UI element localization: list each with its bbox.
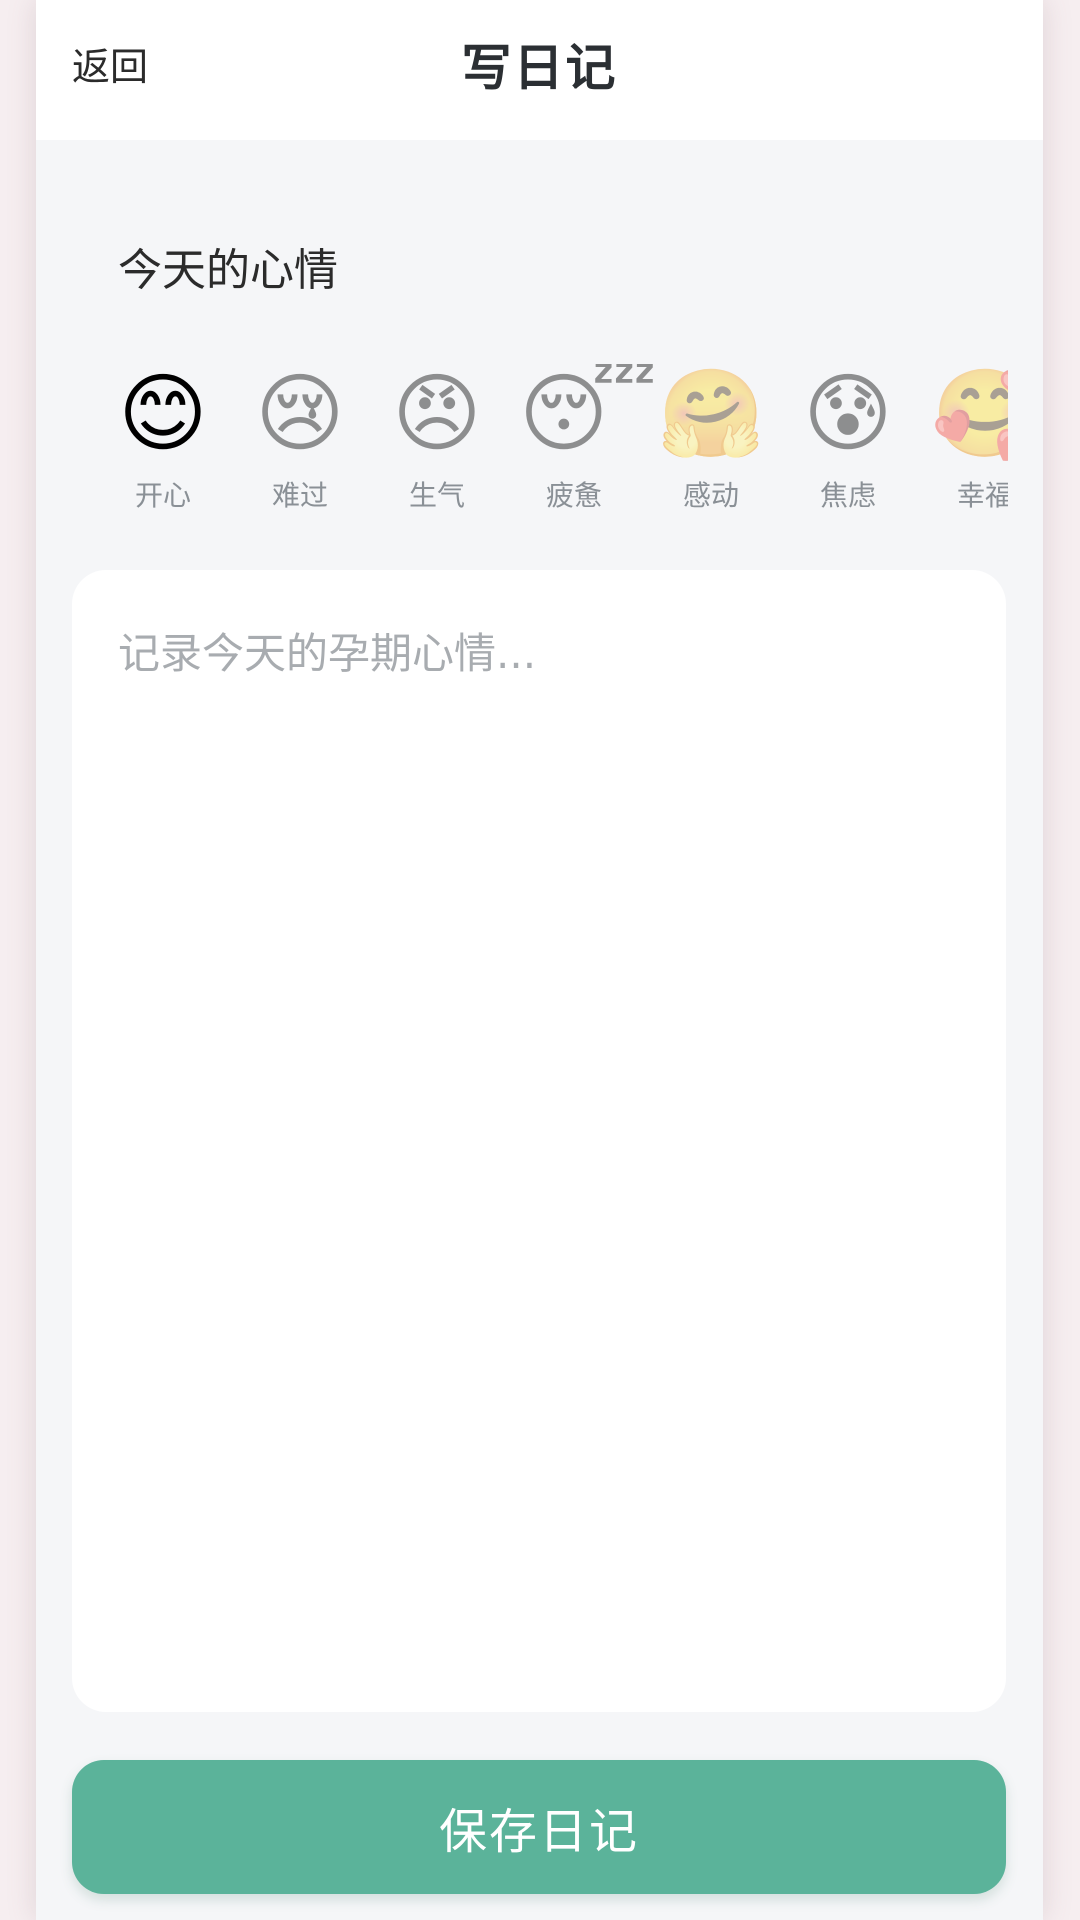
mood-option-touched[interactable]: 🤗 感动 — [656, 364, 766, 514]
diary-text-input[interactable] — [118, 620, 958, 1660]
mood-option-anxious[interactable]: 😰 焦虑 — [793, 364, 903, 514]
crying-face-icon: 😢 — [255, 364, 345, 464]
app-screen: 返回 写日记 今天的心情 😊 开心 😢 难过 😠 生气 😴 疲惫 🤗 感动 😰 … — [36, 0, 1043, 1920]
angry-face-icon: 😠 — [392, 364, 482, 464]
mood-option-blissful[interactable]: 🥰 幸福 — [930, 364, 1008, 514]
mood-label: 疲惫 — [545, 479, 602, 512]
top-navigation-bar: 返回 写日记 — [36, 0, 1043, 140]
mood-option-tired[interactable]: 😴 疲惫 — [519, 364, 657, 514]
smiling-face-icon: 😊 — [118, 364, 208, 464]
mood-option-angry[interactable]: 😠 生气 — [382, 364, 492, 514]
mood-label: 开心 — [134, 479, 191, 512]
mood-option-happy[interactable]: 😊 开心 — [108, 364, 218, 514]
anxious-face-icon: 😰 — [803, 364, 893, 464]
save-diary-button[interactable]: 保存日记 — [72, 1760, 1006, 1894]
hugging-face-icon: 🤗 — [657, 364, 765, 464]
mood-label: 幸福 — [956, 479, 1008, 512]
mood-section-heading: 今天的心情 — [118, 245, 338, 296]
page-title: 写日记 — [461, 39, 618, 97]
sleeping-face-icon: 😴 — [519, 364, 657, 464]
mood-label: 焦虑 — [819, 479, 876, 512]
mood-label: 难过 — [271, 479, 328, 512]
mood-option-sad[interactable]: 😢 难过 — [245, 364, 355, 514]
mood-selector[interactable]: 😊 开心 😢 难过 😠 生气 😴 疲惫 🤗 感动 😰 焦虑 🥰 幸福 — [108, 364, 1008, 514]
face-with-hearts-icon: 🥰 — [931, 364, 1008, 464]
diary-editor-card — [72, 570, 1006, 1712]
mood-label: 感动 — [682, 479, 739, 512]
mood-label: 生气 — [408, 479, 465, 512]
